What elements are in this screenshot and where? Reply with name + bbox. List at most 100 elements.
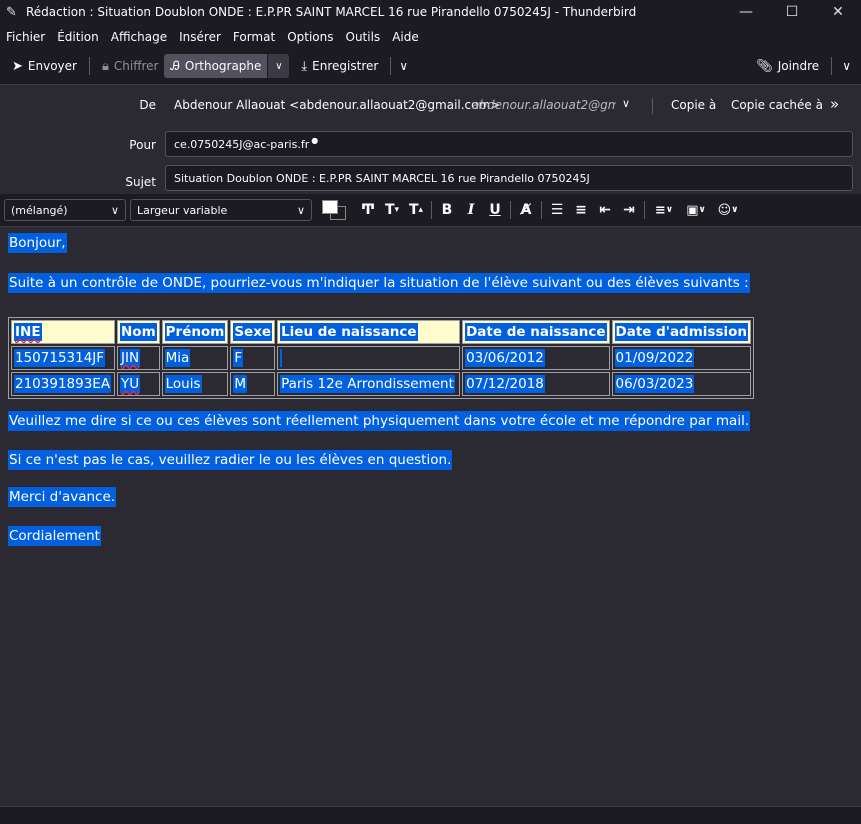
toolbar-separator xyxy=(390,57,392,75)
table-cell[interactable]: JIN xyxy=(117,346,160,370)
spelling-button[interactable]: Ꭿ Orthographe xyxy=(164,54,268,78)
menu-inserer[interactable]: Insérer xyxy=(179,30,221,44)
chevron-down-icon: ∨ xyxy=(110,203,119,217)
encrypt-label: Chiffrer xyxy=(113,59,159,73)
menu-bar: Fichier Édition Affichage Insérer Format… xyxy=(0,26,431,48)
chevron-down-icon[interactable]: ∨ xyxy=(622,97,630,110)
message-body[interactable]: Bonjour, Suite à un contrôle de ONDE, po… xyxy=(0,226,861,806)
reduce-font-size-icon[interactable]: Ͳ xyxy=(356,199,380,221)
bold-icon[interactable]: B xyxy=(435,199,459,221)
table-cell[interactable]: F xyxy=(230,346,276,370)
menu-outils[interactable]: Outils xyxy=(346,30,381,44)
recipient-pill[interactable]: ce.0750245J@ac-paris.fr ● xyxy=(174,135,319,151)
table-header-cell[interactable]: Lieu de naissance xyxy=(277,320,461,344)
spelling-label: Orthographe xyxy=(184,59,262,73)
table-cell[interactable] xyxy=(277,346,461,370)
font-value: Largeur variable xyxy=(137,203,228,217)
table-cell[interactable]: Paris 12e Arrondissement xyxy=(277,372,461,396)
numbered-list-icon[interactable]: ≡ xyxy=(569,199,593,221)
table-cell[interactable]: Mia xyxy=(161,346,229,370)
table-cell[interactable]: 07/12/2018 xyxy=(462,372,610,396)
table-cell[interactable]: YU xyxy=(117,372,160,396)
spellcheck-icon: Ꭿ xyxy=(170,58,180,74)
bullet-list-icon[interactable]: ☰ xyxy=(545,199,569,221)
insert-image-icon[interactable]: ▣ ∨ xyxy=(680,199,712,221)
table-header-cell[interactable]: Nom xyxy=(117,320,160,344)
color-picker[interactable] xyxy=(322,200,348,220)
more-recipients-icon[interactable]: » xyxy=(830,95,839,113)
align-menu-icon[interactable]: ≡ ∨ xyxy=(648,199,680,221)
save-label: Enregistrer xyxy=(312,59,379,73)
minimize-button[interactable]: — xyxy=(723,0,769,24)
table-header-cell[interactable]: Date de naissance xyxy=(462,320,610,344)
spelling-dropdown-button[interactable]: ∨ xyxy=(267,54,290,78)
recipient-dot-icon: ● xyxy=(311,135,319,145)
subject-value: Situation Doublon ONDE : E.P.PR SAINT MA… xyxy=(174,171,590,185)
paragraph-format-select[interactable]: (mélangé) ∨ xyxy=(4,199,126,221)
from-alias[interactable]: abdenour.allaouat2@gm... xyxy=(472,98,616,112)
to-field[interactable]: ce.0750245J@ac-paris.fr ● xyxy=(165,131,853,157)
menu-options[interactable]: Options xyxy=(287,30,333,44)
chevron-down-icon: ∨ xyxy=(296,203,305,217)
bcc-button[interactable]: Copie cachée à xyxy=(731,98,823,112)
increase-text-size-icon[interactable]: T ▴ xyxy=(404,199,428,221)
subject-field[interactable]: Situation Doublon ONDE : E.P.PR SAINT MA… xyxy=(165,165,853,191)
table-cell[interactable]: 03/06/2012 xyxy=(462,346,610,370)
save-dropdown-button[interactable]: ∨ xyxy=(397,54,410,78)
cc-button[interactable]: Copie à xyxy=(671,98,716,112)
menu-aide[interactable]: Aide xyxy=(392,30,419,44)
spelling-split-button: Ꭿ Orthographe ∨ xyxy=(164,54,290,78)
title-bar: ✎ Rédaction : Situation Doublon ONDE : E… xyxy=(0,0,861,24)
download-icon: ⤓ xyxy=(301,58,308,74)
italic-icon[interactable]: I xyxy=(459,199,483,221)
save-button[interactable]: ⤓ Enregistrer xyxy=(295,54,384,78)
lock-icon: 🔒︎ xyxy=(101,58,109,74)
table-cell[interactable]: 06/03/2023 xyxy=(611,372,751,396)
table-cell[interactable]: 210391893EA xyxy=(11,372,115,396)
menu-affichage[interactable]: Affichage xyxy=(111,30,167,44)
emoji-icon[interactable]: ☺ ∨ xyxy=(712,199,744,221)
table-cell[interactable]: Louis xyxy=(161,372,229,396)
table-row: 150715314JF JIN Mia F 03/06/2012 01/09/2… xyxy=(11,346,751,370)
table-header-cell[interactable]: INE xyxy=(11,320,115,344)
toolbar-separator xyxy=(88,57,90,75)
attach-dropdown-button[interactable]: ∨ xyxy=(838,54,855,78)
window-title: Rédaction : Situation Doublon ONDE : E.P… xyxy=(26,5,637,19)
format-separator xyxy=(644,201,645,219)
from-identity[interactable]: Abdenour Allaouat <abdenour.allaouat2@gm… xyxy=(174,98,500,112)
removal-text: Si ce n'est pas le cas, veuillez radier … xyxy=(8,450,453,470)
toolbar-separator xyxy=(831,57,833,75)
students-table[interactable]: INE Nom Prénom Sexe Lieu de naissance Da… xyxy=(8,317,754,399)
status-bar xyxy=(0,806,861,824)
pencil-icon: ✎ xyxy=(6,4,17,20)
send-button[interactable]: ➤ Envoyer xyxy=(6,54,83,78)
underline-icon[interactable]: U xyxy=(483,199,507,221)
closing-text: Cordialement xyxy=(8,526,101,546)
intro-text: Suite à un contrôle de ONDE, pourriez-vo… xyxy=(8,273,750,293)
table-header-cell[interactable]: Date d'admission xyxy=(611,320,751,344)
chevron-down-icon: ∨ xyxy=(842,59,851,73)
table-header-cell[interactable]: Sexe xyxy=(230,320,276,344)
outdent-icon[interactable]: ⇤ xyxy=(593,199,617,221)
encrypt-button[interactable]: 🔒︎ Chiffrer xyxy=(96,54,165,78)
menu-edition[interactable]: Édition xyxy=(57,30,99,44)
attach-button[interactable]: 📎︎ Joindre xyxy=(750,54,825,78)
maximize-button[interactable]: ☐ xyxy=(769,0,815,24)
table-cell[interactable]: 01/09/2022 xyxy=(611,346,751,370)
chevron-down-icon: ∨ xyxy=(399,59,409,73)
close-button[interactable]: ✕ xyxy=(815,0,861,24)
font-select[interactable]: Largeur variable ∨ xyxy=(130,199,312,221)
decrease-text-size-icon[interactable]: T ▾ xyxy=(380,199,404,221)
compose-toolbar: ➤ Envoyer 🔒︎ Chiffrer Ꭿ Orthographe ∨ ⤓ … xyxy=(0,52,861,80)
menu-format[interactable]: Format xyxy=(233,30,275,44)
table-cell[interactable]: 150715314JF xyxy=(11,346,115,370)
request-text: Veuillez me dire si ce ou ces élèves son… xyxy=(8,411,751,431)
format-toolbar: (mélangé) ∨ Largeur variable ∨ Ͳ T ▾ T ▴ B… xyxy=(0,196,861,224)
table-header-cell[interactable]: Prénom xyxy=(161,320,229,344)
menu-fichier[interactable]: Fichier xyxy=(6,30,45,44)
remove-style-icon[interactable]: A̸ xyxy=(514,199,538,221)
indent-icon[interactable]: ⇥ xyxy=(617,199,641,221)
send-icon: ➤ xyxy=(12,58,23,74)
table-cell[interactable]: M xyxy=(230,372,276,396)
text-color-swatch[interactable] xyxy=(322,200,338,214)
